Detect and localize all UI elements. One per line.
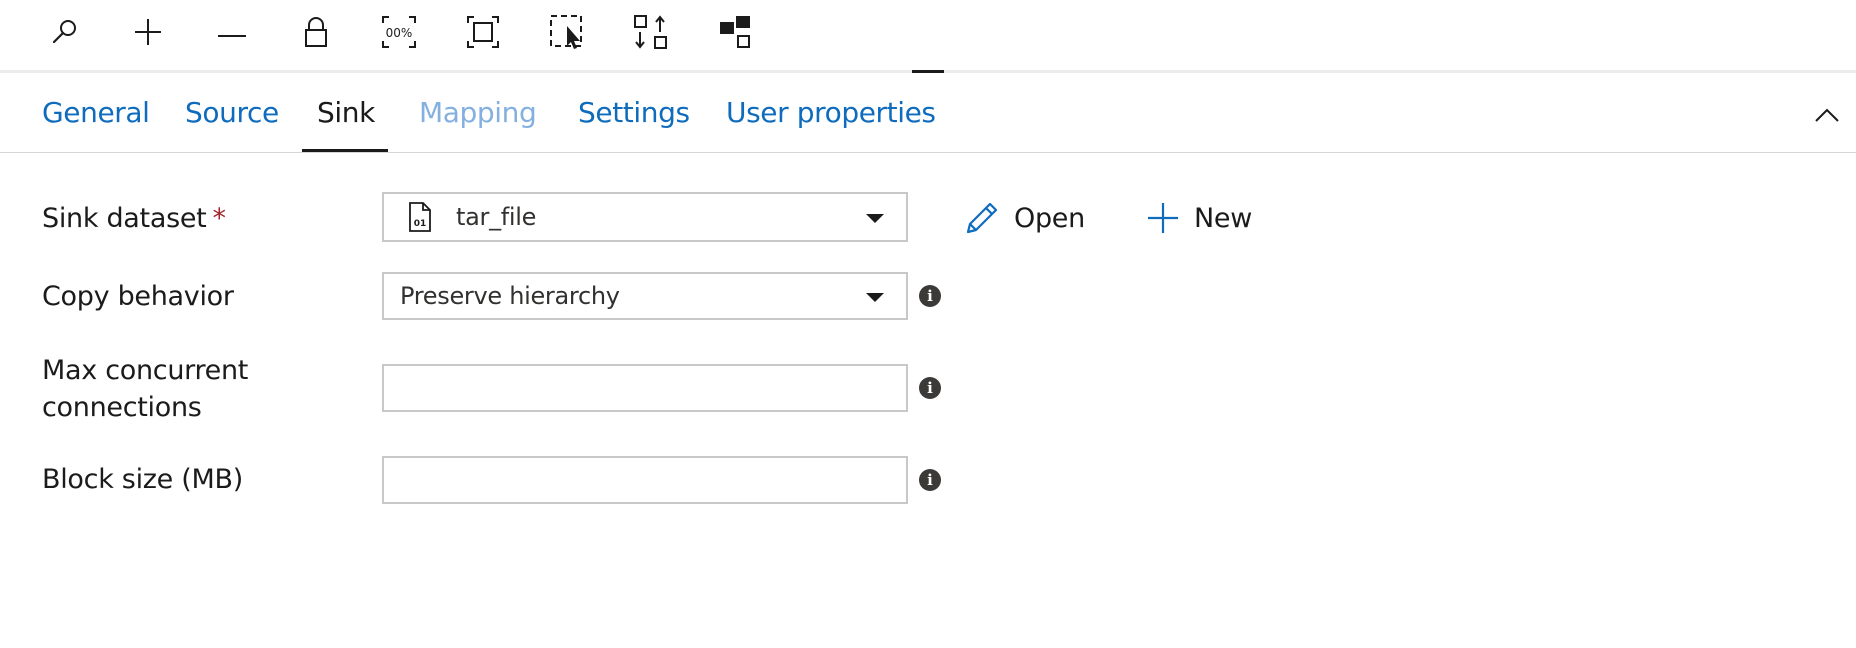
- tab-settings[interactable]: Settings: [578, 96, 690, 136]
- fit-to-screen-button[interactable]: [461, 10, 505, 54]
- sink-dataset-label-text: Sink dataset: [42, 203, 207, 234]
- tabs-divider: [0, 152, 1856, 153]
- layout-icon: [720, 16, 750, 48]
- max-concurrent-input[interactable]: [384, 366, 906, 410]
- max-concurrent-label: Max concurrent connections: [42, 352, 248, 426]
- info-icon[interactable]: i: [919, 469, 941, 491]
- search-button[interactable]: [43, 10, 87, 54]
- binary-file-icon-text: 01: [414, 219, 427, 229]
- lock-button[interactable]: [294, 10, 338, 54]
- search-icon: [52, 20, 76, 44]
- sink-settings-panel: 00% General Source Sink Mapping Settings…: [0, 0, 1856, 648]
- pencil-icon: [966, 202, 998, 234]
- select-cursor-icon: [550, 15, 582, 49]
- max-concurrent-field[interactable]: [382, 364, 908, 412]
- copy-behavior-select[interactable]: Preserve hierarchy: [382, 272, 908, 320]
- tab-user-properties[interactable]: User properties: [726, 96, 936, 136]
- info-icon[interactable]: i: [919, 285, 941, 307]
- binary-file-icon: 01: [409, 202, 431, 232]
- open-label: Open: [1014, 202, 1085, 234]
- open-dataset-button[interactable]: Open: [964, 196, 1085, 240]
- auto-align-button[interactable]: [629, 10, 673, 54]
- sink-dataset-select[interactable]: 01 tar_file: [382, 192, 908, 242]
- chevron-down-icon[interactable]: [866, 214, 884, 223]
- select-button[interactable]: [545, 10, 589, 54]
- auto-align-icon: [634, 15, 667, 49]
- copy-behavior-label: Copy behavior: [42, 281, 234, 312]
- tab-bar: General Source Sink Mapping Settings Use…: [0, 80, 1856, 153]
- sink-dataset-value: tar_file: [456, 203, 537, 231]
- block-size-field[interactable]: [382, 456, 908, 504]
- sink-dataset-label: Sink dataset *: [42, 200, 226, 237]
- tab-sink[interactable]: Sink: [317, 96, 375, 136]
- plus-icon: [135, 19, 161, 45]
- plus-icon: [1148, 203, 1178, 233]
- block-size-label: Block size (MB): [42, 464, 243, 495]
- info-icon[interactable]: i: [919, 377, 941, 399]
- block-size-input[interactable]: [384, 458, 906, 502]
- zoom-100-text: 00%: [386, 26, 413, 40]
- zoom-100-button[interactable]: 00%: [377, 10, 421, 54]
- required-marker: *: [212, 203, 226, 234]
- collapse-panel-button[interactable]: [1810, 98, 1844, 132]
- tab-mapping: Mapping: [419, 96, 537, 129]
- zoom-100-icon: 00%: [382, 16, 416, 48]
- chevron-down-icon[interactable]: [866, 293, 884, 302]
- tab-general[interactable]: General: [42, 96, 150, 136]
- canvas-toolbar: 00%: [0, 0, 1856, 70]
- new-label: New: [1194, 202, 1252, 234]
- tab-source[interactable]: Source: [185, 96, 279, 136]
- max-concurrent-label-line1: Max concurrent: [42, 355, 249, 386]
- max-concurrent-label-line2: connections: [42, 392, 202, 423]
- chevron-up-icon: [1815, 108, 1839, 122]
- copy-behavior-value: Preserve hierarchy: [400, 282, 620, 310]
- zoom-out-button[interactable]: [210, 10, 254, 54]
- minus-icon: [218, 35, 246, 37]
- fit-screen-icon: [467, 16, 499, 48]
- lock-icon: [305, 17, 327, 47]
- zoom-in-button[interactable]: [126, 10, 170, 54]
- split-handle[interactable]: [912, 70, 944, 73]
- layout-button[interactable]: [714, 10, 758, 54]
- new-dataset-button[interactable]: New: [1146, 196, 1252, 240]
